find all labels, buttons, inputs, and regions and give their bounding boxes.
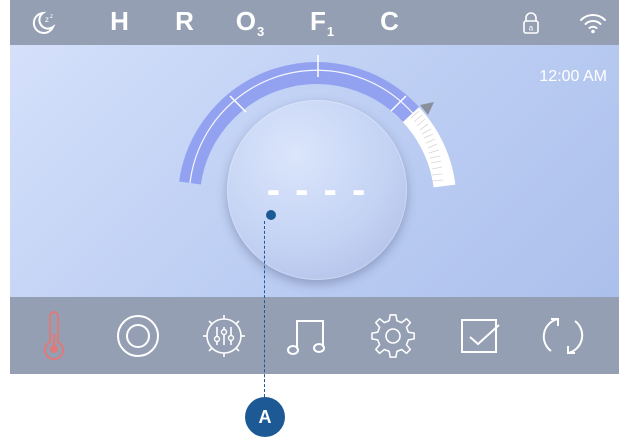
sleep-moon-icon[interactable]: z z	[26, 0, 60, 45]
mode-clean[interactable]: C	[370, 0, 410, 45]
svg-text:a: a	[529, 23, 534, 32]
mode-ozone[interactable]: O3	[228, 0, 272, 45]
lock-icon[interactable]: a	[516, 0, 546, 45]
refresh-icon[interactable]	[533, 297, 593, 374]
mode-letter: C	[380, 5, 399, 36]
rings-icon[interactable]	[108, 297, 168, 374]
mode-letter: H	[110, 5, 129, 36]
callout-leader-line	[264, 221, 265, 397]
mode-heat[interactable]: H	[100, 0, 140, 45]
thermometer-icon[interactable]	[24, 297, 84, 374]
control-panel-screen: z z H R O3 F1 C a 12:00 AM - - - -	[10, 0, 619, 374]
mode-letter: R	[175, 5, 194, 36]
callout-badge: A	[245, 397, 285, 437]
callout-anchor-dot	[266, 210, 276, 220]
music-icon[interactable]	[278, 297, 338, 374]
checkbox-icon[interactable]	[450, 297, 510, 374]
temperature-readout: - - - -	[266, 168, 368, 212]
status-bar: z z H R O3 F1 C a	[10, 0, 619, 45]
mode-letter: O3	[235, 5, 265, 39]
temperature-knob[interactable]: - - - -	[227, 100, 407, 280]
wifi-icon[interactable]	[575, 0, 611, 45]
bottom-toolbar	[10, 297, 619, 374]
svg-text:z: z	[50, 14, 53, 20]
mode-letter: F1	[309, 5, 335, 39]
mode-ready[interactable]: R	[165, 0, 205, 45]
sliders-icon[interactable]	[194, 297, 254, 374]
gear-icon[interactable]	[363, 297, 423, 374]
svg-text:z: z	[45, 15, 49, 24]
mode-filter[interactable]: F1	[302, 0, 342, 45]
